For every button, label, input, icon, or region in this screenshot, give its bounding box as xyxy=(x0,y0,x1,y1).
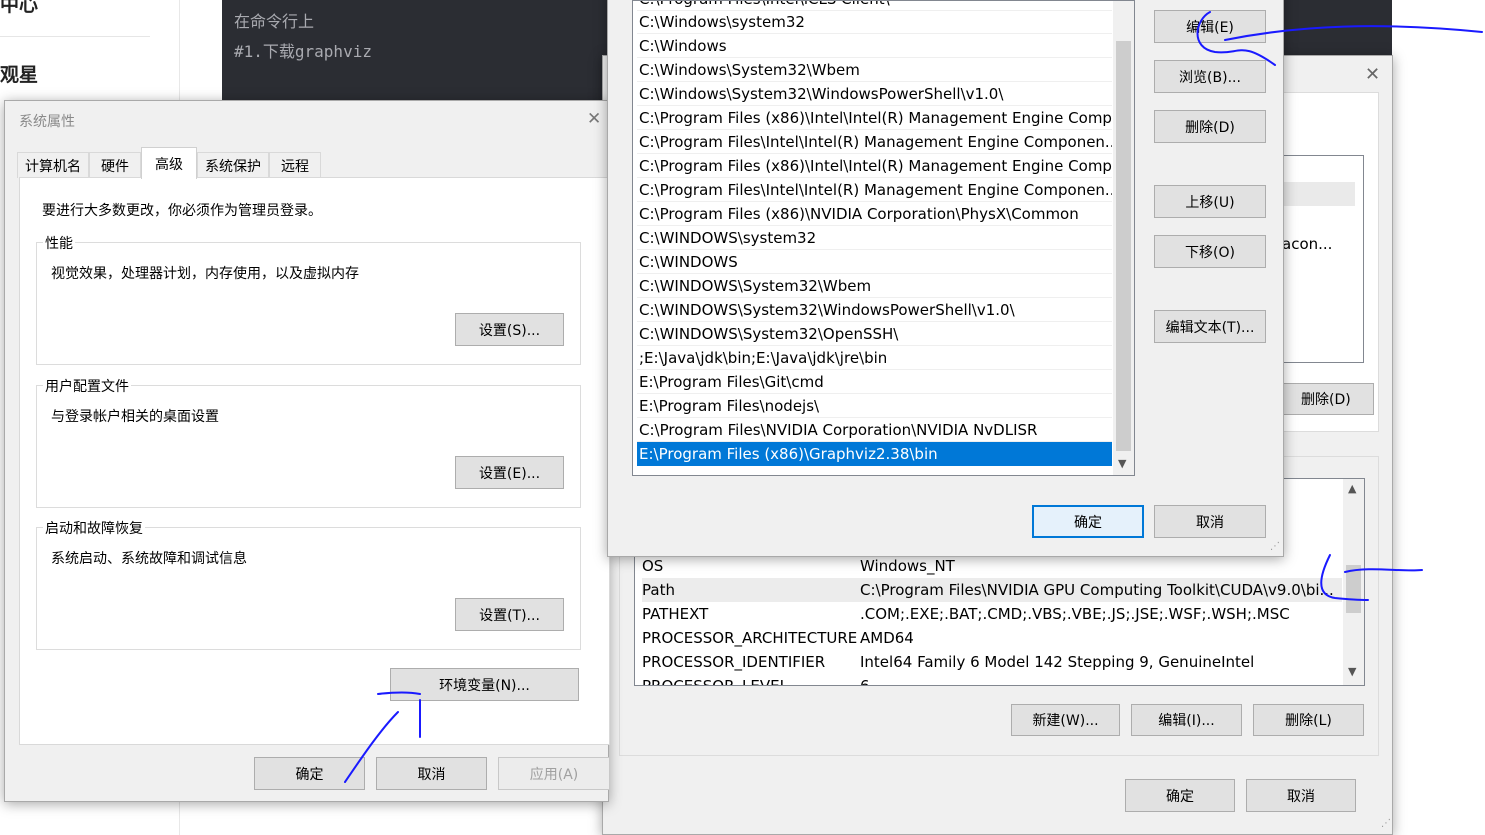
scroll-thumb[interactable] xyxy=(1116,41,1131,451)
list-item[interactable]: C:\WINDOWS\System32\OpenSSH\ xyxy=(637,322,1112,346)
user-delete-button[interactable]: 删除(D) xyxy=(1282,383,1374,415)
group-desc: 与登录帐户相关的桌面设置 xyxy=(51,409,219,425)
list-item[interactable]: C:\Windows\system32 xyxy=(637,10,1112,34)
list-item[interactable]: E:\Program Files\Git\cmd xyxy=(637,370,1112,394)
close-icon[interactable]: ✕ xyxy=(587,109,601,129)
table-row[interactable]: PATHEXT .COM;.EXE;.BAT;.CMD;.VBS;.VBE;.J… xyxy=(642,602,1342,626)
close-icon[interactable]: ✕ xyxy=(1365,64,1380,85)
var-name: PROCESSOR_ARCHITECTURE xyxy=(642,629,858,647)
startup-recovery-settings-button[interactable]: 设置(T)... xyxy=(455,598,564,631)
cancel-button[interactable]: 取消 xyxy=(1154,505,1266,538)
group-desc: 系统启动、系统故障和调试信息 xyxy=(51,551,247,567)
group-desc: 视觉效果，处理器计划，内存使用，以及虚拟内存 xyxy=(51,266,359,282)
user-var-value-fragment: acon... xyxy=(1282,235,1333,253)
group-title: 启动和故障恢复 xyxy=(43,518,145,538)
list-item[interactable]: C:\Windows\System32\WindowsPowerShell\v1… xyxy=(637,82,1112,106)
table-row[interactable]: PROCESSOR_ARCHITECTURE AMD64 xyxy=(642,626,1342,650)
tab-hardware[interactable]: 硬件 xyxy=(89,152,141,178)
list-item[interactable]: C:\Program Files (x86)\Intel\Intel(R) Ma… xyxy=(637,154,1112,178)
var-value: Intel64 Family 6 Model 142 Stepping 9, G… xyxy=(860,653,1255,671)
apply-button[interactable]: 应用(A) xyxy=(498,757,610,790)
tab-advanced[interactable]: 高级 xyxy=(141,147,197,179)
list-item[interactable]: C:\Program Files\NVIDIA Corporation\NVID… xyxy=(637,418,1112,442)
delete-button[interactable]: 删除(D) xyxy=(1154,110,1266,143)
list-item[interactable]: C:\Program Files\Intel\Intel(R) Manageme… xyxy=(637,178,1112,202)
ok-button[interactable]: 确定 xyxy=(1125,779,1235,812)
var-value: Windows_NT xyxy=(860,557,955,575)
path-list[interactable]: C:\Program Files\Intel\iCLS Client\ C:\W… xyxy=(632,0,1135,476)
new-system-var-button[interactable]: 新建(W)... xyxy=(1011,704,1120,736)
scroll-down-icon[interactable]: ▼ xyxy=(1118,457,1126,470)
vertical-scrollbar[interactable]: ▼ xyxy=(1113,1,1134,475)
scroll-up-icon[interactable]: ▲ xyxy=(1348,482,1356,495)
edit-button[interactable]: 编辑(E) xyxy=(1154,10,1266,43)
var-value: 6 xyxy=(860,677,870,686)
group-title: 性能 xyxy=(43,233,75,253)
user-profiles-settings-button[interactable]: 设置(E)... xyxy=(455,456,564,489)
tab-computer-name[interactable]: 计算机名 xyxy=(17,152,89,178)
code-line: #1.下载graphviz xyxy=(234,42,372,61)
vertical-scrollbar[interactable]: ▲ ▼ xyxy=(1343,479,1364,685)
sidebar-item[interactable]: 观星 xyxy=(0,60,38,87)
tab-remote[interactable]: 远程 xyxy=(269,152,321,178)
list-item[interactable]: C:\WINDOWS\system32 xyxy=(637,226,1112,250)
sidebar-divider xyxy=(0,36,150,37)
list-item[interactable]: E:\Program Files\nodejs\ xyxy=(637,394,1112,418)
group-title: 用户配置文件 xyxy=(43,376,131,396)
tab-system-protection[interactable]: 系统保护 xyxy=(197,152,269,178)
list-item[interactable]: C:\Program Files\Intel\Intel(R) Manageme… xyxy=(637,130,1112,154)
list-item-selected[interactable]: E:\Program Files (x86)\Graphviz2.38\bin xyxy=(637,442,1112,466)
var-name: OS xyxy=(642,557,664,575)
var-name: PROCESSOR_LEVEL xyxy=(642,677,788,686)
var-value: C:\Program Files\NVIDIA GPU Computing To… xyxy=(860,581,1334,599)
browse-button[interactable]: 浏览(B)... xyxy=(1154,60,1266,93)
scroll-thumb[interactable] xyxy=(1346,565,1361,613)
sidebar-item[interactable]: 中心 xyxy=(0,0,38,17)
list-item[interactable]: ;E:\Java\jdk\bin;E:\Java\jdk\jre\bin xyxy=(637,346,1112,370)
move-up-button[interactable]: 上移(U) xyxy=(1154,185,1266,218)
table-row[interactable]: PROCESSOR_IDENTIFIER Intel64 Family 6 Mo… xyxy=(642,650,1342,674)
list-item[interactable]: C:\WINDOWS\System32\WindowsPowerShell\v1… xyxy=(637,298,1112,322)
list-item[interactable]: C:\Windows xyxy=(637,34,1112,58)
edit-system-var-button[interactable]: 编辑(I)... xyxy=(1131,704,1242,736)
move-down-button[interactable]: 下移(O) xyxy=(1154,235,1266,268)
var-value: AMD64 xyxy=(860,629,914,647)
admin-note: 要进行大多数更改，你必须作为管理员登录。 xyxy=(42,203,322,219)
table-row[interactable]: PROCESSOR_LEVEL 6 xyxy=(642,674,1342,686)
var-name: PROCESSOR_IDENTIFIER xyxy=(642,653,826,671)
table-row[interactable]: Path C:\Program Files\NVIDIA GPU Computi… xyxy=(642,578,1342,602)
list-item[interactable]: C:\WINDOWS xyxy=(637,250,1112,274)
ok-button[interactable]: 确定 xyxy=(1032,505,1144,538)
var-value: .COM;.EXE;.BAT;.CMD;.VBS;.VBE;.JS;.JSE;.… xyxy=(860,605,1290,623)
tab-panel-advanced: 要进行大多数更改，你必须作为管理员登录。 性能 视觉效果，处理器计划，内存使用，… xyxy=(19,177,610,745)
dialog-title: 系统属性 xyxy=(19,114,75,130)
user-profiles-group: 用户配置文件 与登录帐户相关的桌面设置 设置(E)... xyxy=(36,376,581,508)
var-name: Path xyxy=(642,581,675,599)
resize-grip-icon[interactable]: ⋰ xyxy=(1270,541,1280,552)
startup-recovery-group: 启动和故障恢复 系统启动、系统故障和调试信息 设置(T)... xyxy=(36,518,581,650)
list-item[interactable]: C:\Program Files (x86)\NVIDIA Corporatio… xyxy=(637,202,1112,226)
var-name: PATHEXT xyxy=(642,605,709,623)
performance-settings-button[interactable]: 设置(S)... xyxy=(455,313,564,346)
code-line: 在命令行上 xyxy=(234,12,315,31)
list-item[interactable]: C:\Windows\System32\Wbem xyxy=(637,58,1112,82)
table-row[interactable]: OS Windows_NT xyxy=(642,554,1342,578)
cancel-button[interactable]: 取消 xyxy=(376,757,487,790)
ok-button[interactable]: 确定 xyxy=(254,757,365,790)
system-properties-dialog: 系统属性 ✕ 计算机名 硬件 系统保护 远程 要进行大多数更改，你必须作为管理员… xyxy=(4,100,610,802)
cancel-button[interactable]: 取消 xyxy=(1246,779,1356,812)
delete-system-var-button[interactable]: 删除(L) xyxy=(1253,704,1364,736)
resize-grip-icon[interactable]: ⋰ xyxy=(1381,818,1391,832)
list-item[interactable]: C:\Program Files (x86)\Intel\Intel(R) Ma… xyxy=(637,106,1112,130)
list-item[interactable]: C:\WINDOWS\System32\Wbem xyxy=(637,274,1112,298)
performance-group: 性能 视觉效果，处理器计划，内存使用，以及虚拟内存 设置(S)... xyxy=(36,233,581,365)
environment-variables-button[interactable]: 环境变量(N)... xyxy=(390,668,579,701)
scroll-down-icon[interactable]: ▼ xyxy=(1348,665,1356,678)
edit-text-button[interactable]: 编辑文本(T)... xyxy=(1154,310,1266,343)
